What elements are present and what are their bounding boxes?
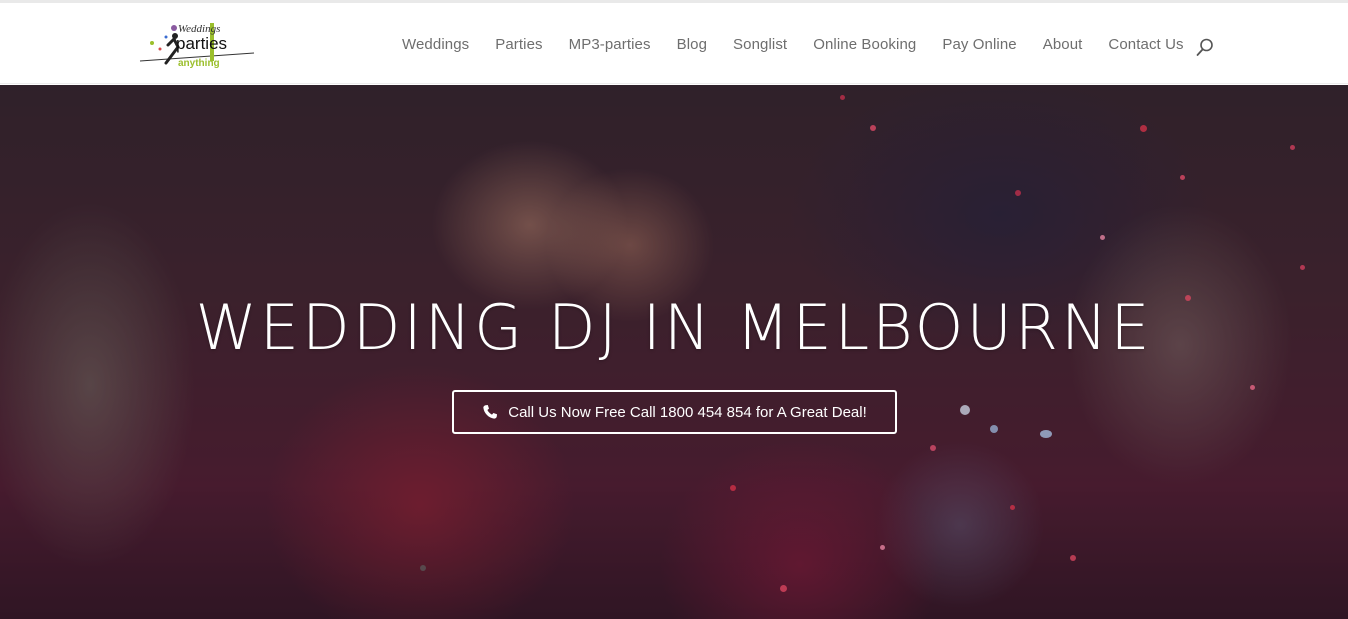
- nav-blog[interactable]: Blog: [677, 36, 707, 53]
- call-us-button[interactable]: Call Us Now Free Call 1800 454 854 for A…: [452, 390, 897, 434]
- logo-text-parties: parties: [176, 34, 227, 53]
- confetti-dot: [1010, 505, 1015, 510]
- nav-about[interactable]: About: [1043, 36, 1083, 53]
- confetti-dot: [420, 565, 426, 571]
- hero-title: WEDDING DJ IN MELBOURNE: [195, 291, 1153, 364]
- confetti-dot: [960, 405, 970, 415]
- confetti-dot: [1070, 555, 1076, 561]
- confetti-dot: [1100, 235, 1105, 240]
- nav-pay-online[interactable]: Pay Online: [942, 36, 1016, 53]
- confetti-dot: [1015, 190, 1021, 196]
- logo-graphic: Weddings parties anything: [139, 23, 255, 69]
- confetti-dot: [1300, 265, 1305, 270]
- nav-songlist[interactable]: Songlist: [733, 36, 787, 53]
- confetti-dot: [1180, 175, 1185, 180]
- nav-weddings[interactable]: Weddings: [402, 36, 469, 53]
- call-us-button-label: Call Us Now Free Call 1800 454 854 for A…: [508, 403, 867, 421]
- confetti-dot: [840, 95, 845, 100]
- site-logo[interactable]: Weddings parties anything: [138, 19, 256, 71]
- confetti-dot: [780, 585, 787, 592]
- confetti-dot: [1040, 430, 1052, 438]
- nav-mp3-parties[interactable]: MP3-parties: [569, 36, 651, 53]
- nav-parties[interactable]: Parties: [495, 36, 542, 53]
- search-icon[interactable]: [1195, 37, 1215, 57]
- hero-section: WEDDING DJ IN MELBOURNE Call Us Now Free…: [0, 85, 1348, 619]
- nav-online-booking[interactable]: Online Booking: [813, 36, 916, 53]
- confetti-dot: [1290, 145, 1295, 150]
- confetti-dot: [880, 545, 885, 550]
- confetti-dot: [990, 425, 998, 433]
- confetti-dot: [930, 445, 936, 451]
- confetti-dot: [1140, 125, 1147, 132]
- logo-text-anything: anything: [178, 58, 220, 69]
- main-navigation: Weddings Parties MP3-parties Blog Songli…: [402, 33, 1184, 55]
- confetti-dot: [1250, 385, 1255, 390]
- site-header: Weddings parties anything Weddings Parti…: [0, 3, 1348, 84]
- phone-icon: [482, 404, 498, 420]
- nav-contact-us[interactable]: Contact Us: [1108, 36, 1183, 53]
- confetti-dot: [730, 485, 736, 491]
- confetti-dot: [870, 125, 876, 131]
